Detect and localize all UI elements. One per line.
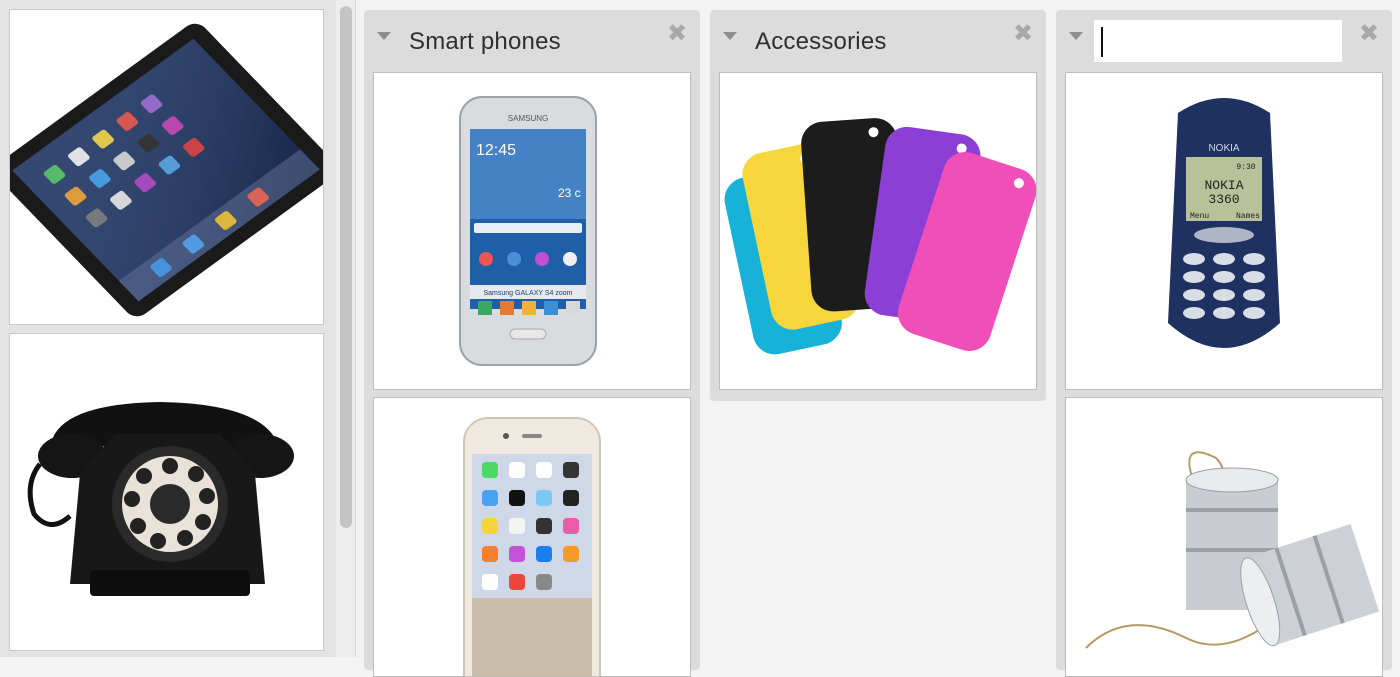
iphone-image [463,417,601,676]
tin-can-phone-image [1085,451,1380,649]
clock-text: 12:45 [476,142,516,159]
item-card-ipad[interactable] [9,9,324,325]
nokia-brand-text: NOKIA [1208,143,1239,154]
column-new[interactable]: ✖ NOKIA 9:30 NOKIA 3360 Menu Names [1056,10,1392,677]
item-card-tin-can-phone[interactable] [1065,397,1383,677]
column-header: Smart phones ✖ [364,10,700,72]
item-card-nokia[interactable]: NOKIA 9:30 NOKIA 3360 Menu Names [1065,72,1383,390]
ipad-image [10,23,323,317]
collapse-triangle-icon[interactable] [377,32,391,40]
left-pane-scrollbar-thumb[interactable] [340,6,352,528]
item-card-samsung-galaxy[interactable]: SAMSUNG 12:45 23 c Samsung GALAXY S4 zoo… [373,72,691,390]
nokia-menu-text: Menu [1190,212,1209,221]
model-text: Samsung GALAXY S4 zoom [484,290,573,297]
close-icon[interactable]: ✖ [1358,21,1380,45]
nokia-display-line1: NOKIA [1204,178,1243,193]
item-card-phone-cases[interactable] [719,72,1037,390]
nokia-names-text: Names [1236,212,1260,221]
item-card-rotary-telephone[interactable] [9,333,324,651]
rotary-telephone-image [27,402,294,596]
collapse-triangle-icon[interactable] [1069,32,1083,40]
nokia-display-line2: 3360 [1208,192,1239,207]
column-header: Accessories ✖ [710,10,1046,72]
column-title-input[interactable] [1094,20,1342,62]
collapse-triangle-icon[interactable] [723,32,737,40]
close-icon[interactable]: ✖ [666,21,688,45]
samsung-galaxy-image: SAMSUNG 12:45 23 c Samsung GALAXY S4 zoo… [459,96,597,366]
nokia-time-text: 9:30 [1236,163,1255,172]
unsorted-items-pane [0,0,336,657]
column-smart-phones[interactable]: Smart phones ✖ SAMSUNG 12:45 23 c Samsun… [364,10,700,677]
brand-text: SAMSUNG [508,114,548,123]
column-title[interactable]: Accessories [755,28,887,56]
temperature-text: 23 c [558,186,581,200]
text-caret [1101,27,1103,57]
nokia-3360-image: NOKIA 9:30 NOKIA 3360 Menu Names [1168,98,1280,348]
phone-cases-image [724,118,1036,355]
close-icon[interactable]: ✖ [1012,21,1034,45]
column-title[interactable]: Smart phones [409,28,561,56]
column-header: ✖ [1056,10,1392,72]
column-accessories[interactable]: Accessories ✖ [710,10,1046,401]
item-card-iphone[interactable] [373,397,691,677]
